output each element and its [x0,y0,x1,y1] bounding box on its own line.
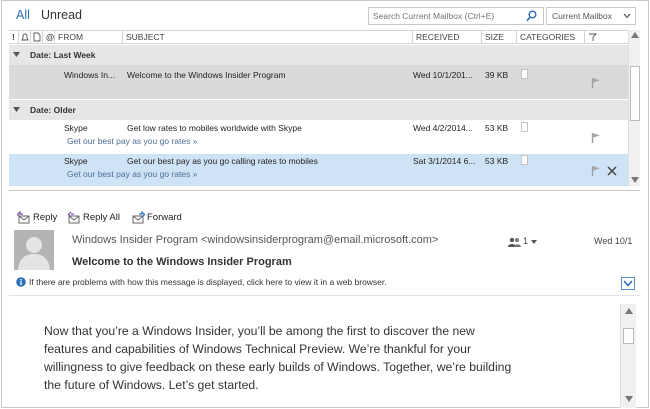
message-row[interactable]: Skype Get low rates to mobiles worldwide… [9,120,628,153]
expand-header-button[interactable] [621,277,635,290]
body-line: willingness to give feedback on these ea… [44,360,512,374]
message-subject-heading: Welcome to the Windows Insider Program [72,256,292,268]
collapse-triangle-icon[interactable] [13,52,20,57]
message-received: Sat 3/1/2014 6... [413,156,476,166]
chevron-down-icon [623,13,631,19]
reply-all-button[interactable]: Reply All [67,211,125,225]
header-divider [9,295,641,296]
reply-all-label: Reply All [83,212,120,223]
group-label: Date: Older [30,105,76,115]
search-scope-label: Current Mailbox [552,11,612,21]
body-line: features and capabilities of Windows Tec… [44,342,472,356]
message-from: Windows In... [64,70,116,80]
category-box[interactable] [521,155,528,165]
reminder-column-icon[interactable] [18,31,30,43]
importance-column-icon[interactable]: ! [9,31,18,43]
group-header-older[interactable]: Date: Older [9,100,628,120]
sender-avatar [14,230,54,270]
people-count-button[interactable]: 1 [508,236,542,248]
group-label: Date: Last Week [30,50,96,60]
body-line: Now that you’re a Windows Insider, you’l… [44,324,475,338]
reply-label: Reply [33,212,58,223]
flag-icon[interactable] [591,165,601,176]
search-scope-dropdown[interactable]: Current Mailbox [546,7,636,25]
body-line: the future of Windows. Let’s get started… [44,378,259,392]
message-subject: Get our best pay as you go calling rates… [127,156,318,166]
flag-icon[interactable] [591,132,601,143]
column-header: ! @ FROM SUBJECT RECEIVED SIZE CATEGORIE… [9,30,628,44]
message-body: Now that you’re a Windows Insider, you’l… [44,322,624,394]
message-preview: Get our best pay as you go rates » [67,136,198,146]
collapse-triangle-icon[interactable] [13,107,20,112]
message-row-selected[interactable]: Skype Get our best pay as you go calling… [9,154,628,186]
search-box[interactable] [368,7,544,25]
message-row[interactable]: Windows In... Welcome to the Windows Ins… [9,65,628,99]
reply-all-icon [67,211,80,224]
message-from: Skype [64,156,88,166]
message-list: Date: Last Week Windows In... Welcome to… [9,44,628,186]
column-received[interactable]: RECEIVED [412,31,481,43]
category-box[interactable] [521,122,528,132]
forward-icon [132,211,145,224]
info-icon [16,277,26,287]
reading-pane-scrollbar[interactable] [620,304,636,408]
scroll-up-arrow-icon[interactable] [625,308,633,314]
message-size: 39 KB [485,70,509,80]
scroll-down-arrow-icon[interactable] [625,396,633,402]
message-preview: Get our best pay as you go rates » [67,169,198,179]
message-subject: Welcome to the Windows Insider Program [127,70,286,80]
message-received: Wed 4/2/2014... [413,123,473,133]
scroll-thumb[interactable] [630,66,640,121]
people-count: 1 [523,236,529,246]
column-categories[interactable]: CATEGORIES [516,31,584,43]
group-header-last-week[interactable]: Date: Last Week [9,45,628,65]
column-subject[interactable]: SUBJECT [122,31,412,43]
search-input[interactable] [369,8,521,24]
message-size: 53 KB [485,123,509,133]
person-silhouette-icon [18,237,50,270]
forward-button[interactable]: Forward [131,211,187,225]
message-from: Skype [64,123,88,133]
column-size[interactable]: SIZE [481,31,516,43]
message-received: Wed 10/1/201... [413,70,473,80]
item-type-column-icon[interactable] [30,31,42,43]
infobar-message[interactable]: If there are problems with how this mess… [29,277,387,287]
flag-column-icon[interactable] [584,31,628,43]
people-icon [508,237,521,247]
message-date: Wed 10/1 [594,236,633,246]
sender-address[interactable]: Windows Insider Program <windowsinsiderp… [72,234,438,246]
flag-icon[interactable] [591,77,601,88]
search-icon[interactable] [526,10,537,22]
reply-icon [17,211,30,224]
attachment-column-icon[interactable]: @ [42,31,54,43]
delete-icon[interactable] [607,166,617,176]
chevron-down-icon [531,240,537,244]
filter-unread-tab[interactable]: Unread [41,8,82,22]
reply-button[interactable]: Reply [17,211,61,225]
chevron-down-icon [623,280,633,287]
message-size: 53 KB [485,156,509,166]
scroll-up-arrow-icon[interactable] [631,32,639,38]
scroll-down-arrow-icon[interactable] [631,177,639,183]
category-box[interactable] [521,69,528,79]
column-from[interactable]: FROM [54,31,122,43]
message-list-scrollbar[interactable] [628,30,640,186]
pane-splitter[interactable] [9,190,640,191]
forward-label: Forward [147,212,182,223]
message-subject: Get low rates to mobiles worldwide with … [127,123,302,133]
scroll-thumb[interactable] [623,328,634,344]
filter-all-tab[interactable]: All [16,8,30,22]
